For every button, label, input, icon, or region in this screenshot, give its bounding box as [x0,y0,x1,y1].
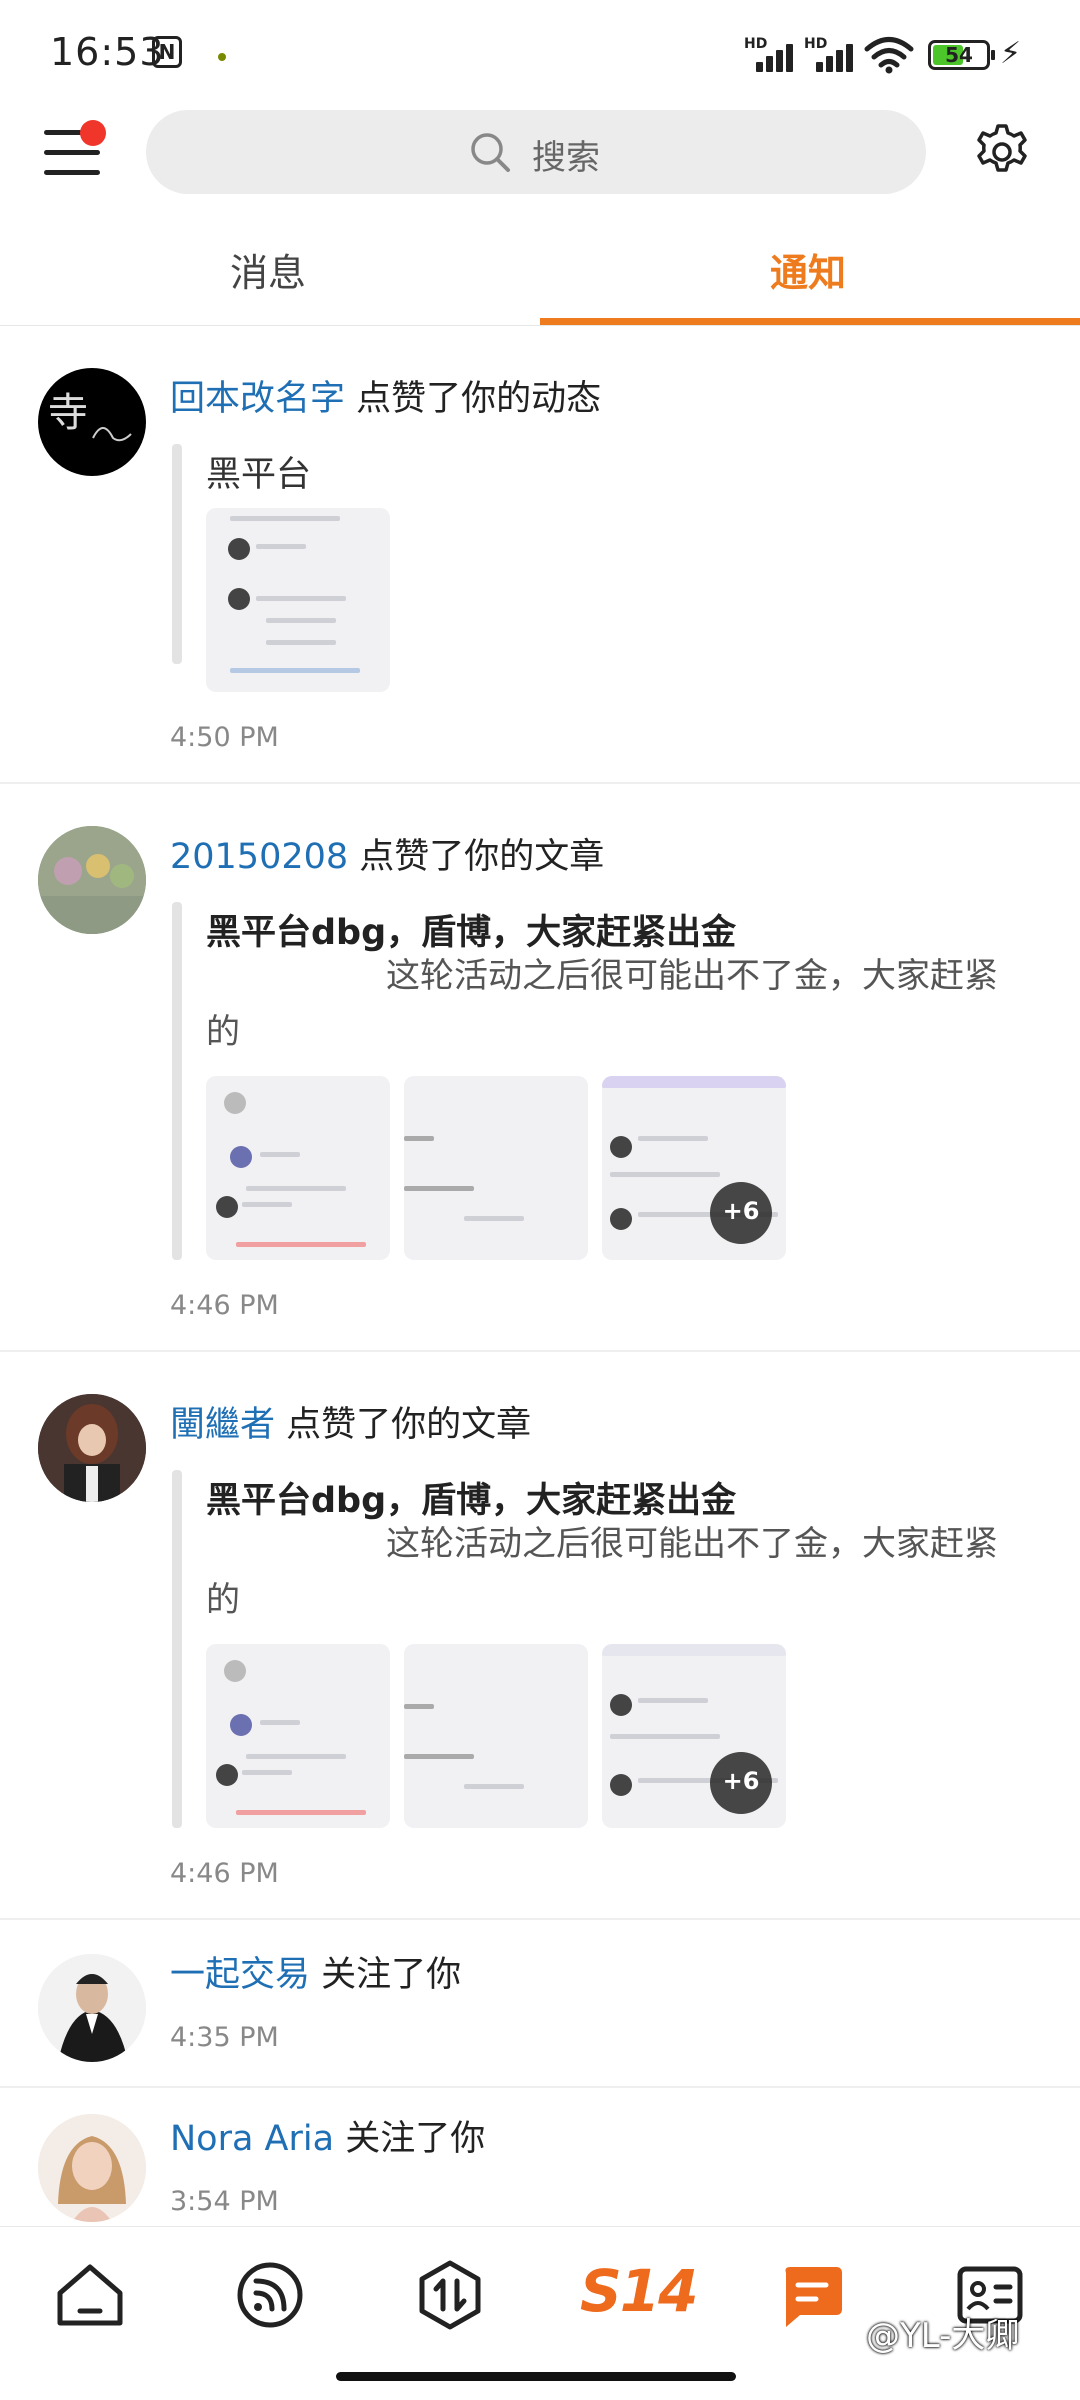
username-link[interactable]: 20150208 [170,837,348,877]
list-item[interactable]: 一起交易 关注了你 4:35 PM [0,1920,1080,2086]
notification-text: 闉繼者 点赞了你的文章 [170,1396,531,1447]
list-item[interactable]: 寺 回本改名字 点赞了你的动态 黑平台 4:50 PM [0,326,1080,782]
avatar[interactable] [38,2114,146,2222]
active-tab-indicator [540,318,1080,325]
notification-action: 关注了你 [345,2119,486,2159]
tab-notifications[interactable]: 通知 [770,242,846,297]
username-link[interactable]: 一起交易 [170,1955,310,1995]
notification-text: 一起交易 关注了你 [170,1946,461,1997]
signal-icon: HD [744,36,800,72]
post-thumbnail[interactable]: +6 [602,1644,786,1828]
watermark: @YL-大卿 [866,2316,1020,2356]
battery-icon: 54 [928,40,995,70]
quote-bar [172,1470,182,1828]
menu-button[interactable] [44,120,106,182]
wifi-icon [864,37,914,74]
notification-action: 点赞了你的文章 [286,1405,532,1445]
post-thumbnail[interactable] [206,1076,390,1260]
list-item[interactable]: 闉繼者 点赞了你的文章 黑平台dbg，盾博，大家赶紧出金 这轮活动之后很可能出不… [0,1352,1080,1918]
notification-text: 20150208 点赞了你的文章 [170,828,604,879]
post-thumbnail[interactable] [206,1644,390,1828]
svg-text:寺: 寺 [48,390,88,436]
notification-action: 关注了你 [321,1955,462,1995]
charging-icon: ⚡ [1000,36,1022,71]
more-images-badge[interactable]: +6 [710,1182,772,1244]
quote-bar [172,902,182,1260]
timestamp: 4:50 PM [170,722,279,753]
username-link[interactable]: 回本改名字 [170,379,345,419]
post-description: 这轮活动之后很可能出不了金，大家赶紧的 [206,956,998,1052]
status-bar: 16:53 N HD HD 54 ⚡ [0,0,1080,100]
notification-dot-icon [218,53,226,61]
username-link[interactable]: Nora Aria [170,2119,334,2159]
search-placeholder: 搜索 [532,138,600,178]
list-item[interactable]: 20150208 点赞了你的文章 黑平台dbg，盾博，大家赶紧出金 这轮活动之后… [0,784,1080,1350]
avatar[interactable]: 寺 [38,368,146,476]
feed-icon[interactable] [230,2255,310,2335]
notification-action: 点赞了你的动态 [356,379,602,419]
search-bar[interactable]: 搜索 [146,110,926,194]
post-thumbnail[interactable] [404,1076,588,1260]
timestamp: 4:46 PM [170,1290,279,1321]
post-thumbnail[interactable]: +6 [602,1076,786,1260]
post-thumbnail[interactable] [206,508,390,692]
timestamp: 4:46 PM [170,1858,279,1889]
timestamp: 3:54 PM [170,2186,279,2217]
tab-messages[interactable]: 消息 [230,242,306,297]
home-icon[interactable] [50,2255,130,2335]
home-indicator[interactable] [336,2372,736,2381]
notification-text: Nora Aria 关注了你 [170,2110,485,2161]
trade-icon[interactable] [410,2255,490,2335]
more-images-badge[interactable]: +6 [710,1752,772,1814]
list-item[interactable]: Nora Aria 关注了你 3:54 PM [0,2088,1080,2226]
status-time: 16:53 [50,30,165,74]
gear-icon[interactable] [972,122,1032,182]
signal-icon-2: HD [804,36,860,72]
message-icon[interactable] [770,2255,850,2335]
unread-badge [80,120,106,146]
quote-bar [172,444,182,664]
avatar[interactable] [38,826,146,934]
post-description: 这轮活动之后很可能出不了金，大家赶紧的 [206,1524,998,1620]
post-thumbnail[interactable] [404,1644,588,1828]
nfc-icon: N [152,36,182,68]
username-link[interactable]: 闉繼者 [170,1405,275,1445]
search-icon [471,133,510,172]
notification-text: 回本改名字 点赞了你的动态 [170,370,601,421]
avatar[interactable] [38,1954,146,2062]
avatar[interactable] [38,1394,146,1502]
post-title[interactable]: 黑平台 [206,446,311,497]
timestamp: 4:35 PM [170,2022,279,2053]
notification-action: 点赞了你的文章 [359,837,605,877]
s14-logo[interactable]: S14 [580,2257,698,2325]
